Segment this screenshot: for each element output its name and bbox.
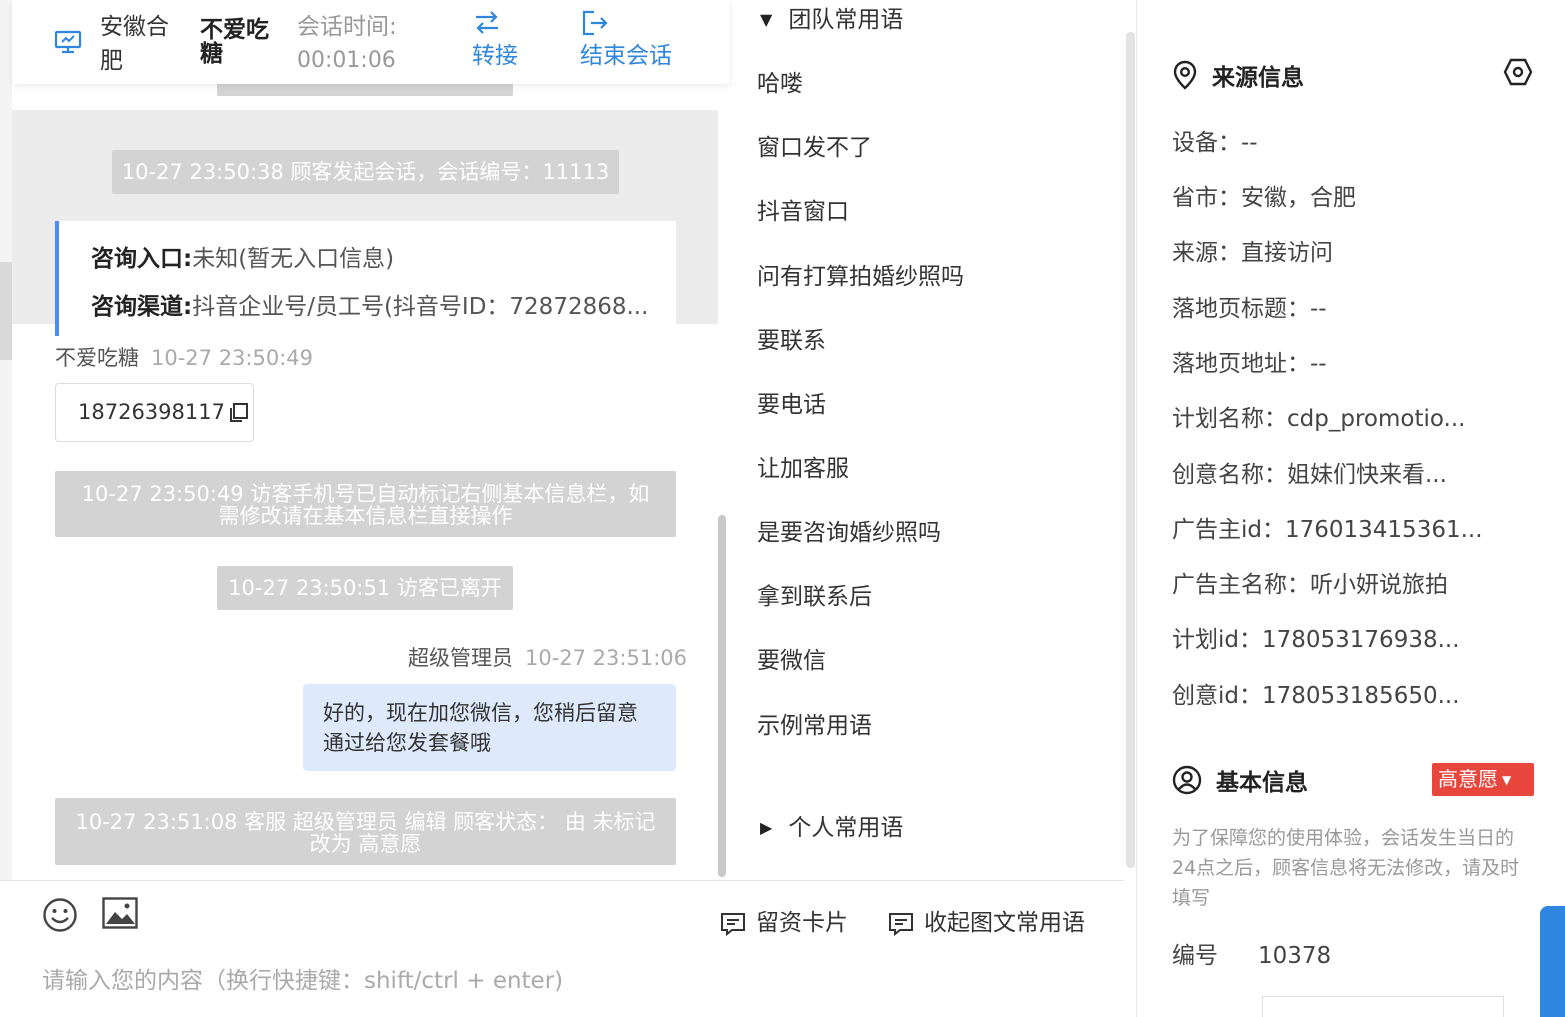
source-field: 省市：安徽，合肥 — [1172, 185, 1356, 211]
source-field: 创意id：178053185650... — [1172, 683, 1460, 709]
settings-icon[interactable] — [1503, 57, 1533, 87]
caret-down-icon: ▼ — [760, 10, 773, 29]
customer-message-phone: 18726398117 — [55, 383, 254, 442]
monitor-icon — [54, 30, 82, 54]
emoji-icon[interactable] — [42, 897, 78, 933]
floating-side-tab[interactable] — [1540, 906, 1565, 1017]
system-message-status-edit: 10-27 23:51:08 客服 超级管理员 编辑 顾客状态： 由 未标记 改… — [55, 798, 676, 865]
channel-value: 抖音企业号/员工号(抖音号ID：72872868... — [192, 294, 649, 320]
customer-name: 不爱吃糖 — [200, 17, 269, 67]
lead-card-button[interactable]: 留资卡片 — [720, 903, 848, 937]
team-phrases-label: 团队常用语 — [788, 7, 904, 33]
lead-card-label: 留资卡片 — [756, 910, 848, 936]
personal-phrases-label: 个人常用语 — [788, 815, 904, 841]
quick-phrases-panel: ▼ 团队常用语 哈喽 窗口发不了 抖音窗口 问有打算拍婚纱照吗 要联系 要电话 让… — [730, 0, 1136, 880]
message-meta-agent: 超级管理员 10-27 23:51:06 — [408, 642, 687, 672]
location-pin-icon — [1173, 60, 1197, 90]
collapse-phrases-label: 收起图文常用语 — [924, 910, 1085, 936]
source-field: 计划id：178053176938... — [1172, 627, 1460, 653]
caret-right-icon: ▶ — [760, 818, 773, 837]
message-card-icon — [889, 912, 913, 936]
source-info-title: 来源信息 — [1172, 58, 1304, 92]
sender-name: 超级管理员 — [407, 646, 513, 670]
info-input-partial[interactable] — [1262, 996, 1504, 1017]
edit-notice: 为了保障您的使用体验，会话发生当日的24点之后，顾客信息将无法修改，请及时填写 — [1172, 827, 1520, 909]
phrase-item[interactable]: 哈喽 — [757, 64, 803, 98]
phrase-item[interactable]: 窗口发不了 — [757, 128, 872, 162]
source-field: 计划名称：cdp_promotio... — [1172, 406, 1466, 432]
entry-info-card: 咨询入口:未知(暂无入口信息) 咨询渠道:抖音企业号/员工号(抖音号ID：728… — [55, 221, 676, 336]
basic-info-title: 基本信息 — [1172, 763, 1308, 797]
phrase-item[interactable]: 拿到联系后 — [757, 577, 872, 611]
phrase-item[interactable]: 要电话 — [757, 385, 826, 419]
basic-info-label: 基本信息 — [1216, 770, 1308, 796]
collapse-phrases-button[interactable]: 收起图文常用语 — [888, 903, 1085, 937]
customer-id-row: 编号 10378 — [1172, 936, 1331, 970]
message-composer: 请输入您的内容（换行快捷键：shift/ctrl + enter) 留资卡片 收… — [0, 880, 1124, 1017]
end-session-button[interactable]: 结束会话 — [580, 8, 672, 74]
user-circle-icon — [1172, 765, 1202, 795]
source-field: 创意名称：姐妹们快来看... — [1172, 462, 1447, 488]
chat-header: 安徽合肥 不爱吃糖 会话时间: 00:01:06 转接 结束会话 — [12, 0, 730, 84]
logout-icon — [582, 10, 608, 36]
message-input[interactable]: 请输入您的内容（换行快捷键：shift/ctrl + enter) — [42, 961, 563, 995]
message-time: 10-27 23:51:06 — [524, 646, 687, 670]
entry-label: 咨询入口: — [91, 246, 193, 272]
entry-row: 咨询入口:未知(暂无入口信息) — [91, 239, 394, 273]
sender-name: 不爱吃糖 — [55, 346, 139, 370]
source-field: 来源：直接访问 — [1172, 240, 1333, 266]
chat-scrollbar[interactable] — [718, 515, 726, 877]
message-meta-customer: 不爱吃糖 10-27 23:50:49 — [55, 342, 313, 372]
phrase-item[interactable]: 抖音窗口 — [757, 192, 849, 226]
system-message-partial — [217, 84, 513, 96]
entry-value: 未知(暂无入口信息) — [192, 246, 395, 272]
phrase-item[interactable]: 要联系 — [757, 321, 826, 355]
phrase-item[interactable]: 要微信 — [757, 641, 826, 675]
image-icon[interactable] — [102, 897, 138, 929]
source-field: 广告主id：176013415361... — [1172, 517, 1483, 543]
team-phrases-group[interactable]: ▼ 团队常用语 — [760, 0, 903, 34]
transfer-label: 转接 — [472, 43, 518, 69]
source-field: 广告主名称：听小妍说旅拍 — [1172, 572, 1448, 598]
phrase-item[interactable]: 是要咨询婚纱照吗 — [757, 513, 941, 547]
system-message-auto-tag: 10-27 23:50:49 访客手机号已自动标记右侧基本信息栏，如需修改请在基… — [55, 471, 676, 537]
channel-label: 咨询渠道: — [91, 294, 193, 320]
source-field: 设备：-- — [1172, 130, 1258, 156]
system-message-visitor-left: 10-27 23:50:51 访客已离开 — [217, 566, 513, 610]
phone-number: 18726398117 — [78, 400, 225, 424]
message-time: 10-27 23:50:49 — [151, 346, 314, 370]
source-info-label: 来源信息 — [1212, 65, 1304, 91]
session-time: 00:01:06 — [297, 48, 396, 73]
customer-id-label: 编号 — [1172, 943, 1218, 969]
end-session-label: 结束会话 — [580, 43, 672, 69]
chat-message-stream[interactable]: 10-27 23:50:38 顾客发起会话，会话编号：11113 咨询入口:未知… — [12, 84, 730, 880]
message-card-icon — [721, 912, 745, 936]
phrase-item[interactable]: 示例常用语 — [757, 706, 872, 740]
copy-icon[interactable] — [227, 402, 249, 424]
customer-info-panel: 来源信息 设备：-- 省市：安徽，合肥 来源：直接访问 落地页标题：-- 落地页… — [1137, 0, 1565, 1017]
session-info-block: 10-27 23:50:38 顾客发起会话，会话编号：11113 咨询入口:未知… — [12, 110, 718, 336]
channel-row: 咨询渠道:抖音企业号/员工号(抖音号ID：72872868... — [91, 287, 648, 321]
customer-id-value: 10378 — [1258, 943, 1332, 969]
phrase-item[interactable]: 问有打算拍婚纱照吗 — [757, 257, 964, 291]
phrase-item[interactable]: 让加客服 — [757, 449, 849, 483]
system-message-session-start: 10-27 23:50:38 顾客发起会话，会话编号：11113 — [112, 150, 619, 194]
source-field: 落地页标题：-- — [1172, 296, 1327, 322]
source-field: 落地页地址：-- — [1172, 351, 1327, 377]
personal-phrases-group[interactable]: ▶ 个人常用语 — [760, 808, 903, 842]
chat-panel: 安徽合肥 不爱吃糖 会话时间: 00:01:06 转接 结束会话 10-27 2… — [12, 0, 730, 1017]
intent-status-dropdown[interactable]: 高意愿 ▼ — [1432, 763, 1534, 796]
customer-location: 安徽合肥 — [100, 14, 169, 74]
agent-message-bubble: 好的，现在加您微信，您稍后留意通过给您发套餐哦 — [303, 684, 676, 771]
session-time-label: 会话时间: — [297, 14, 397, 40]
left-edge-strip — [0, 0, 12, 1017]
transfer-button[interactable]: 转接 — [472, 8, 518, 74]
phrases-scrollbar[interactable] — [1126, 32, 1135, 868]
transfer-icon — [476, 11, 498, 34]
intent-status-label: 高意愿 — [1438, 767, 1498, 791]
caret-down-icon: ▼ — [1502, 773, 1512, 787]
left-edge-marker — [0, 262, 12, 360]
